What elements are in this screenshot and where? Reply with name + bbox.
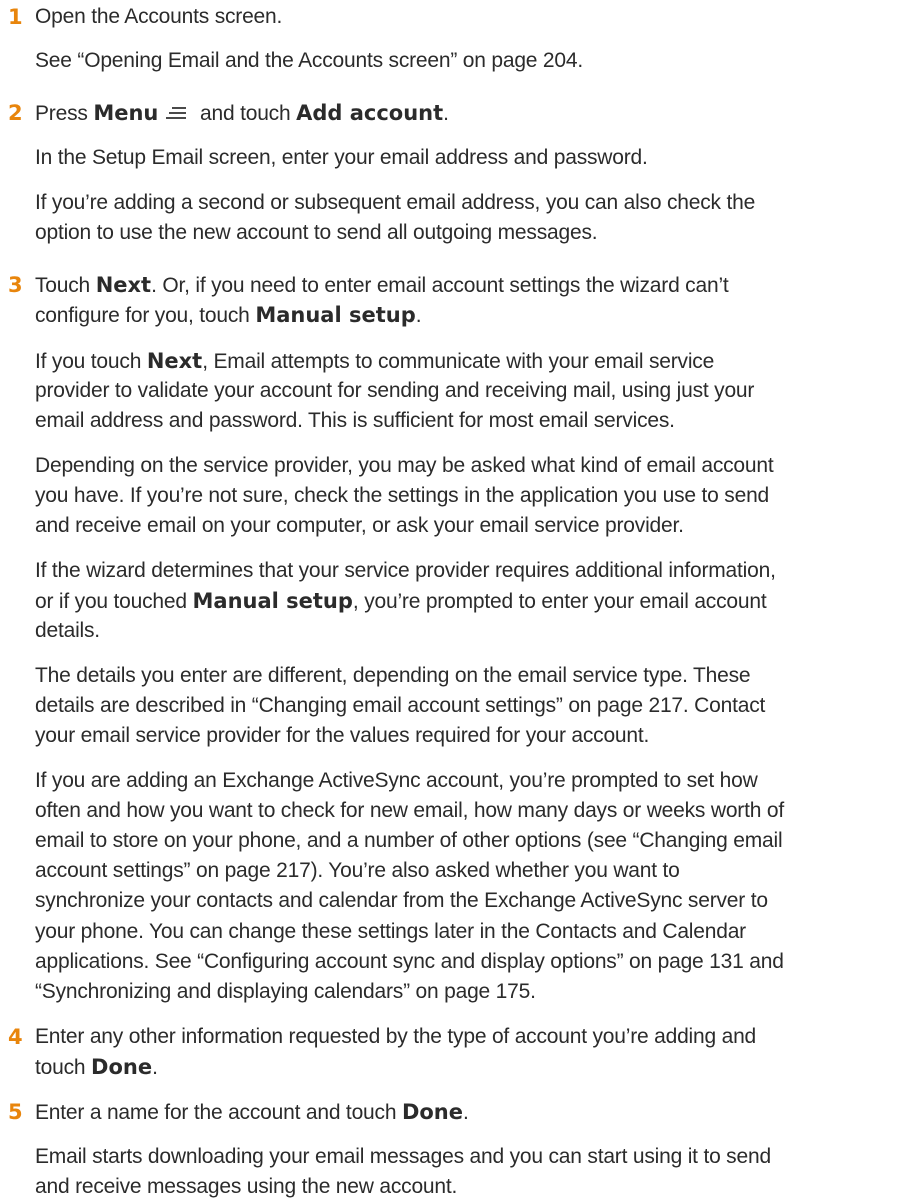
step-3-para-5-line: applications. See “Configuring account s… [35, 950, 784, 973]
step-3-para-1-line: If you touch Next, Email attempts to com… [35, 349, 715, 373]
add-account-label: Add account [296, 101, 444, 125]
step-2-para-2-line: option to use the new account to send al… [35, 221, 598, 244]
step-number: 2 [8, 101, 23, 125]
step-4-text-line: touch Done. [35, 1055, 158, 1079]
done-label: Done [401, 1100, 464, 1124]
step-number: 3 [8, 273, 23, 297]
step-3-para-5-line: “Synchronizing and displaying calendars”… [35, 980, 536, 1003]
step-3-para-2-line: you have. If you’re not sure, check the … [35, 484, 770, 507]
step-1-text: Open the Accounts screen. [35, 5, 283, 28]
step-3-para-5-line: account settings” on page 217). You’re a… [35, 859, 680, 882]
next-label: Next [146, 349, 203, 373]
step-4-text-line: Enter any other information requested by… [35, 1025, 757, 1048]
manual-setup-label: Manual setup [255, 303, 416, 327]
step-5-para-line: Email starts downloading your email mess… [35, 1145, 771, 1168]
step-3-para-3-line: or if you touched Manual setup, you’re p… [35, 589, 767, 613]
step-1-reference: See “Opening Email and the Accounts scre… [35, 49, 583, 72]
step-number: 4 [8, 1025, 23, 1049]
manual-page: 1 Open the Accounts screen. See “Opening… [0, 0, 910, 1204]
step-5-para-line: and receive messages using the new accou… [35, 1175, 458, 1198]
step-number: 1 [8, 5, 23, 29]
manual-setup-label: Manual setup [192, 589, 353, 613]
menu-label: Menu [93, 101, 159, 125]
step-3-para-5-line: often and how you want to check for new … [35, 799, 784, 822]
step-number: 5 [8, 1100, 23, 1124]
step-2-para-1: In the Setup Email screen, enter your em… [35, 146, 648, 169]
done-label: Done [91, 1055, 153, 1079]
step-3-para-5-line: synchronize your contacts and calendar f… [35, 889, 768, 912]
step-3-para-4-line: details are described in “Changing email… [35, 694, 766, 717]
step-3-para-5-line: If you are adding an Exchange ActiveSync… [35, 769, 758, 792]
step-2-para-2-line: If you’re adding a second or subsequent … [35, 191, 756, 214]
step-3-text-line: configure for you, touch Manual setup. [35, 303, 422, 327]
step-3-para-4-line: The details you enter are different, dep… [35, 664, 751, 687]
step-3-para-2-line: Depending on the service provider, you m… [35, 454, 774, 477]
step-3-para-1-line: email address and password. This is suff… [35, 409, 675, 432]
step-3-para-5-line: email to store on your phone, and a numb… [35, 829, 783, 852]
step-3-para-3-line: If the wizard determines that your servi… [35, 559, 776, 582]
step-3-para-2-line: and receive email on your computer, or a… [35, 514, 684, 537]
step-3-para-1-line: provider to validate your account for se… [35, 379, 755, 402]
step-3-para-5-line: your phone. You can change these setting… [35, 920, 746, 943]
step-3-para-4-line: your email service provider for the valu… [35, 724, 650, 747]
menu-icon [166, 105, 187, 121]
step-3-text-line: Touch Next. Or, if you need to enter ema… [35, 273, 729, 297]
next-label: Next [95, 273, 152, 297]
step-3-para-3-line: details. [35, 619, 100, 642]
step-5-text: Enter a name for the account and touch D… [35, 1100, 469, 1124]
step-2-text: Press Menu and touch Add account. [35, 101, 449, 125]
